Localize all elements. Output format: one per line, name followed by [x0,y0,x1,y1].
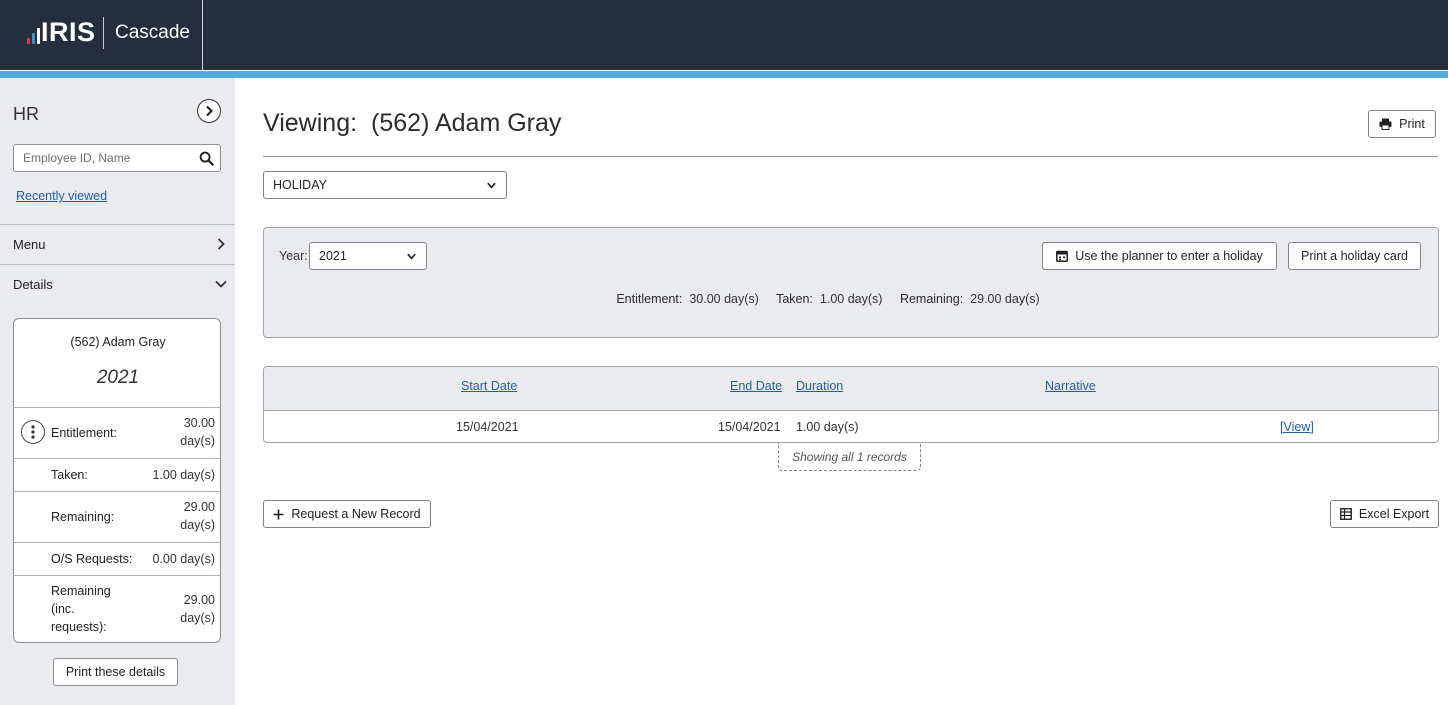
remaining-value: 29.00 day(s) [970,292,1040,306]
sidebar: HR Recently viewed Menu Details (562) Ad… [0,78,235,705]
entitlement-value: 30.00 day(s) [689,292,759,306]
col-end-date[interactable]: End Date [730,379,782,393]
card-year: 2021 [96,367,140,388]
print-holiday-card-button[interactable]: Print a holiday card [1288,242,1421,270]
records-count: Showing all 1 records [778,443,921,471]
chevron-down-icon [215,280,227,288]
search-icon[interactable] [199,151,214,166]
card-options-button[interactable] [21,420,45,444]
chevron-right-icon [217,238,225,250]
card-value: 0.00 day(s) [152,552,215,566]
card-row-taken: Taken: 1.00 day(s) [14,458,220,491]
card-key: Entitlement: [51,426,118,440]
sidebar-title: HR [13,104,39,124]
absence-type-value: HOLIDAY [273,178,327,192]
logo[interactable]: IRIS Cascade [0,0,203,70]
viewing-label: Viewing: [263,109,358,137]
planner-button[interactable]: Use the planner to enter a holiday [1042,242,1277,270]
card-value: 29.00 day(s) [180,500,215,532]
calendar-icon [1056,250,1069,262]
print-details-button[interactable]: Print these details [53,658,178,686]
card-employee-name: (562) Adam Gray [70,335,166,349]
logo-bars-icon [27,26,41,44]
recently-viewed-link[interactable]: Recently viewed [16,189,107,203]
holiday-records-table: Start Date End Date Duration Narrative 1… [263,366,1439,443]
card-value: 29.00 day(s) [180,593,215,625]
excel-label: Excel Export [1358,507,1430,521]
chevron-right-icon [206,105,213,117]
logo-text: IRIS [41,17,96,47]
card-key: Remaining (inc. requests): [51,584,111,634]
viewing-employee: (562) Adam Gray [371,109,562,137]
card-key: O/S Requests: [51,552,133,566]
employee-search-input[interactable] [14,145,194,171]
cell-start-date: 15/04/2021 [456,420,519,434]
chevron-down-icon [407,253,416,260]
printer-icon [1379,118,1392,130]
request-new-record-button[interactable]: Request a New Record [263,500,431,528]
chevron-down-icon [487,182,496,189]
card-value: 30.00 day(s) [180,416,215,448]
accent-bar [0,70,1448,78]
excel-export-button[interactable]: Excel Export [1330,500,1439,528]
request-label: Request a New Record [291,507,421,521]
more-vertical-icon [31,425,35,439]
taken-label: Taken: [776,292,813,306]
card-key: Taken: [51,468,88,482]
employee-search [13,144,221,172]
top-bar: IRIS Cascade [0,0,1448,70]
print-label: Print [1399,117,1425,131]
table-icon [1339,508,1352,520]
year-label: Year: [279,249,308,263]
details-label: Details [13,277,53,292]
sidebar-collapse-button[interactable] [197,99,221,123]
card-row-entitlement: Entitlement: 30.00 day(s) [14,407,220,458]
details-card: (562) Adam Gray 2021 Entitlement: 30.00 … [13,318,221,643]
sidebar-menu-section[interactable]: Menu [0,224,235,264]
plus-icon [273,509,284,519]
page-title: Viewing: (562) Adam Gray [263,109,561,138]
remaining-label: Remaining: [899,292,964,306]
product-name: Cascade [115,22,190,43]
title-divider [263,156,1438,157]
col-duration[interactable]: Duration [796,379,843,393]
menu-label: Menu [13,237,46,252]
table-header: Start Date End Date Duration Narrative [264,367,1438,411]
year-value: 2021 [319,249,347,263]
holiday-summary-panel: Year: 2021 Use the planner to enter a ho… [263,227,1439,338]
card-row-remaining: Remaining: 29.00 day(s) [14,491,220,542]
card-row-os-requests: O/S Requests: 0.00 day(s) [14,542,220,575]
cell-end-date: 15/04/2021 [718,420,781,434]
taken-value: 1.00 day(s) [819,292,883,306]
print-button[interactable]: Print [1368,110,1436,138]
absence-type-select[interactable]: HOLIDAY [263,171,507,199]
logo-divider [103,17,104,49]
card-value: 1.00 day(s) [152,468,215,482]
col-narrative[interactable]: Narrative [1045,379,1096,393]
year-select[interactable]: 2021 [309,242,427,270]
cell-duration: 1.00 day(s) [796,420,859,434]
card-row-remaining-inc-requests: Remaining (inc. requests): 29.00 day(s) [14,575,220,642]
planner-label: Use the planner to enter a holiday [1075,249,1263,263]
card-key: Remaining: [51,510,115,524]
col-start-date[interactable]: Start Date [461,379,517,393]
view-record-link[interactable]: [View] [1280,420,1314,434]
holiday-summary: Entitlement: 30.00 day(s) Taken: 1.00 day(… [264,292,1440,306]
sidebar-details-section[interactable]: Details [0,264,235,304]
entitlement-label: Entitlement: [616,292,683,306]
